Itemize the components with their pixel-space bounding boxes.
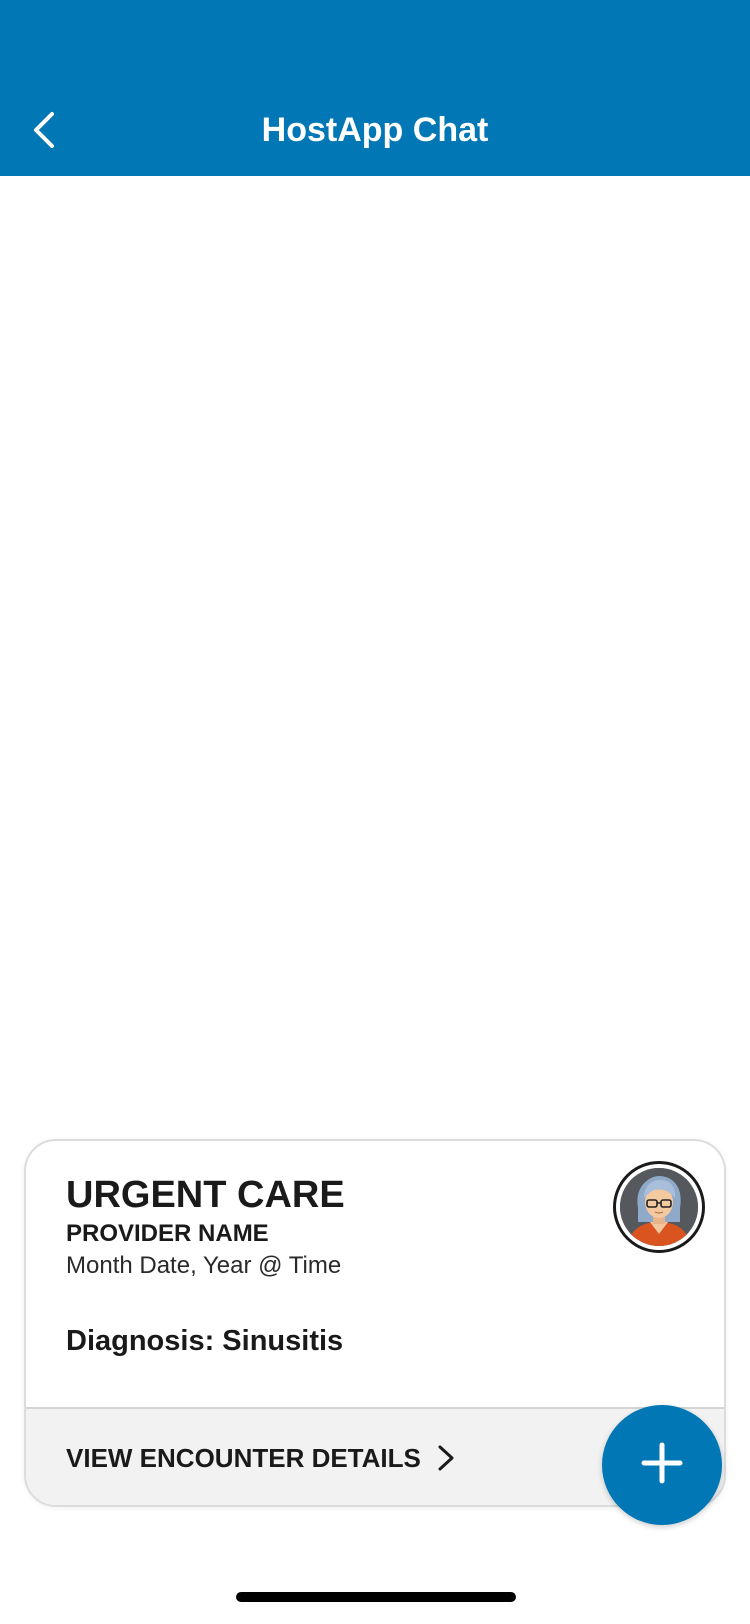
provider-name: PROVIDER NAME (66, 1220, 269, 1247)
home-indicator[interactable] (236, 1592, 516, 1602)
chat-content-area (0, 176, 750, 1136)
app-header: HostApp Chat (0, 0, 750, 176)
avatar-icon (620, 1168, 698, 1246)
diagnosis-text: Diagnosis: Sinusitis (66, 1325, 344, 1357)
view-encounter-details-label: VIEW ENCOUNTER DETAILS (66, 1443, 421, 1473)
chevron-right-icon (434, 1441, 458, 1475)
add-button[interactable] (602, 1405, 722, 1525)
page-title: HostApp Chat (261, 111, 489, 149)
plus-icon (638, 1439, 686, 1492)
encounter-date: Month Date, Year @ Time (66, 1252, 342, 1279)
provider-avatar (613, 1161, 705, 1253)
encounter-type-title: URGENT CARE (66, 1174, 345, 1216)
